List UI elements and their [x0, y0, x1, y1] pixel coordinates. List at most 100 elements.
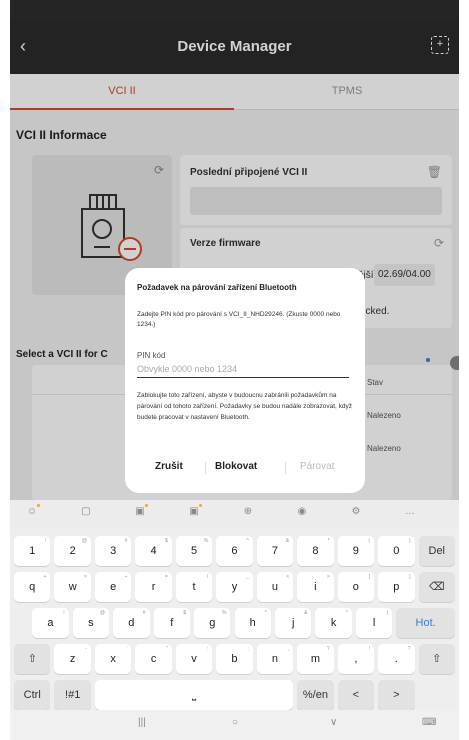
pin-input[interactable]	[137, 360, 349, 378]
key-secondary-label: /	[206, 574, 209, 580]
key-z[interactable]: z-	[54, 644, 91, 674]
key-label: y	[231, 581, 238, 593]
key-label: k	[330, 617, 337, 629]
key-f[interactable]: f $	[153, 608, 191, 638]
key-l[interactable]: l(	[355, 608, 393, 638]
key-special[interactable]: ⎵	[94, 680, 294, 710]
key-1[interactable]: 1!	[14, 536, 51, 566]
key-t[interactable]: t /	[175, 572, 213, 602]
key-w[interactable]: w ×	[54, 572, 91, 602]
key-secondary-label: '	[126, 646, 128, 652]
key-label: ⇧	[432, 653, 442, 665]
dialog-message: Zadejte PIN kód pro párování s VCI_II_NH…	[137, 311, 341, 328]
key-label: 9	[352, 545, 359, 557]
key-5[interactable]: 5%	[175, 536, 213, 566]
key-special[interactable]: Del	[418, 536, 455, 566]
key-secondary-label: *	[327, 538, 330, 544]
key-special[interactable]: <	[337, 680, 375, 710]
tablet-screen: ‹ Device Manager + VCI II TPMS VCI II In…	[10, 0, 459, 740]
key-h[interactable]: h ^	[234, 608, 271, 638]
key-secondary-label: ]	[409, 574, 411, 580]
gif-icon[interactable]: ▣	[130, 504, 150, 517]
key-label: r	[151, 581, 156, 593]
block-button[interactable]: Blokovat	[215, 456, 257, 478]
key-3[interactable]: 3 #	[94, 536, 132, 566]
key-o[interactable]: o[	[337, 572, 375, 602]
key-u[interactable]: u <	[256, 572, 294, 602]
key-secondary-label: !	[45, 538, 47, 544]
key-b[interactable]: b;	[216, 644, 253, 674]
key-9[interactable]: 9(	[337, 536, 375, 566]
clipboard-icon[interactable]: ▢	[76, 506, 96, 517]
key-label: q	[29, 581, 36, 593]
dialog-note: Zablokujte toto zařízení, abyste v budou…	[137, 392, 352, 421]
key-special[interactable]: >	[378, 680, 415, 710]
key-e[interactable]: e ÷	[94, 572, 132, 602]
key-special[interactable]: %/en	[297, 680, 334, 710]
key-label: g	[209, 617, 216, 629]
key-special[interactable]: Hot.	[396, 608, 455, 638]
key-k[interactable]: k *	[315, 608, 352, 638]
keyboard-switch-icon[interactable]: ⌨	[422, 717, 436, 728]
key-a[interactable]: a!	[32, 608, 69, 638]
key-q[interactable]: q +	[14, 572, 51, 602]
key-label: m	[310, 653, 320, 665]
key-p[interactable]: p]	[378, 572, 415, 602]
key-i[interactable]: i >	[297, 572, 334, 602]
key-2[interactable]: 2 @	[54, 536, 91, 566]
key-4[interactable]: 4 $	[135, 536, 172, 566]
key-secondary-label: !	[368, 646, 371, 652]
key-c[interactable]: c "	[135, 644, 172, 674]
key-label: 7	[271, 545, 278, 557]
key-special[interactable]: ,!	[337, 644, 375, 674]
mic-icon[interactable]: ◉	[292, 506, 312, 517]
emoji-icon[interactable]: ☺	[22, 504, 42, 517]
key-secondary-label: "	[166, 646, 168, 652]
settings-icon[interactable]: ⚙	[346, 506, 366, 517]
key-j[interactable]: j &	[274, 608, 312, 638]
bluetooth-pairing-dialog: Požadavek na párování zařízení Bluetooth…	[125, 268, 365, 493]
key-secondary-label: ?	[326, 646, 330, 652]
key-secondary-label: &	[285, 538, 290, 544]
key-6[interactable]: 6 ^	[216, 536, 253, 566]
key-s[interactable]: s @	[72, 608, 110, 638]
key-special[interactable]: !#1	[54, 680, 91, 710]
recent-apps-icon[interactable]: |||	[138, 717, 146, 728]
key-special[interactable]: ⌫	[418, 572, 455, 602]
cancel-button[interactable]: Zrušit	[155, 456, 183, 478]
key-special[interactable]: ⇧	[418, 644, 455, 674]
key-secondary-label: ÷	[124, 574, 128, 580]
translate-icon[interactable]: ⊕	[238, 506, 258, 517]
key-x[interactable]: x '	[94, 644, 132, 674]
key-special[interactable]: Ctrl	[14, 680, 51, 710]
key-g[interactable]: g%	[194, 608, 231, 638]
key-secondary-label: ^	[246, 538, 249, 544]
key-8[interactable]: 8 *	[297, 536, 334, 566]
key-label: n	[271, 653, 278, 665]
back-icon[interactable]: ∨	[330, 717, 337, 728]
sticker-icon[interactable]: ▣	[184, 504, 204, 517]
key-label: j	[291, 617, 295, 629]
key-d[interactable]: d #	[113, 608, 150, 638]
key-label: 5	[190, 545, 198, 557]
pair-button[interactable]: Párovat	[300, 456, 334, 478]
key-secondary-label: )	[408, 538, 411, 544]
home-icon[interactable]: ○	[232, 717, 238, 728]
key-label: v	[191, 653, 197, 665]
key-7[interactable]: 7 &	[256, 536, 294, 566]
key-y[interactable]: y _	[216, 572, 253, 602]
more-icon[interactable]: …	[400, 506, 420, 517]
key-r[interactable]: r =	[135, 572, 172, 602]
key-v[interactable]: v:	[175, 644, 213, 674]
dialog-title: Požadavek na párování zařízení Bluetooth	[137, 283, 297, 292]
key-n[interactable]: n,	[256, 644, 294, 674]
key-secondary-label: %	[222, 610, 227, 616]
divider	[285, 462, 286, 474]
key-special[interactable]: .?	[378, 644, 415, 674]
key-label: a	[47, 617, 54, 629]
key-m[interactable]: m?	[297, 644, 334, 674]
key-0[interactable]: 0)	[378, 536, 415, 566]
notification-dot	[37, 504, 40, 507]
key-special[interactable]: ⇧	[14, 644, 51, 674]
key-label: t	[192, 581, 196, 593]
